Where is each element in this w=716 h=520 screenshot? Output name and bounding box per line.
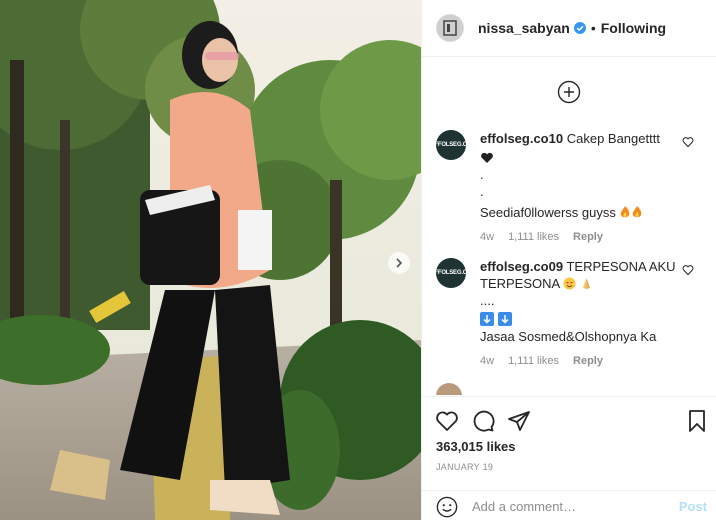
verified-badge-icon [573,22,586,34]
post-comment-button[interactable]: Post [679,499,707,514]
likes-count[interactable]: 363,015 likes [436,439,516,454]
following-button[interactable]: Following [601,20,666,36]
photo-illustration [0,0,421,520]
paper-plane-icon[interactable] [507,409,531,433]
comment-last-line: Jasaa Sosmed&Olshopnya Ka [480,329,657,344]
header-separator: • [590,20,596,36]
reply-button[interactable]: Reply [573,229,603,246]
comment-likes[interactable]: 1,111 likes [508,229,559,246]
post-actions: 363,015 likes JANUARY 19 [422,396,716,496]
post-header: nissa_sabyan • Following [422,0,716,57]
profile-logo-icon [443,20,457,36]
black-heart-emoji-icon [481,152,493,163]
fire-emoji-icon [621,206,630,218]
comment-age: 4w [480,231,495,243]
comment-likes[interactable]: 1,111 likes [508,353,559,370]
post-username[interactable]: nissa_sabyan [478,20,570,36]
post-photo[interactable] [0,0,421,520]
plus-circle-icon[interactable] [557,80,581,104]
heart-icon[interactable] [435,409,459,433]
praying-hands-emoji-icon [582,278,590,289]
fire-emoji-icon [633,206,642,218]
comment-input[interactable] [472,499,662,514]
post-date: JANUARY 19 [436,462,494,472]
heart-icon[interactable] [682,136,694,148]
comment-avatar[interactable]: EFFOLSEG.CO [431,258,472,288]
comment-line: .... [480,293,495,308]
chevron-right-icon [396,258,403,268]
comment-meta: 4w 1,111 likes Reply [480,353,680,370]
heart-eyes-emoji-icon [563,277,576,290]
comment-line: . [480,184,484,199]
comment-line: . [480,167,484,182]
heart-icon[interactable] [682,264,694,276]
post-details-panel: nissa_sabyan • Following EFFOLSEG.CO eff… [421,0,716,520]
comment-body: effolseg.co09 TERPESONA AKU TERPESONA ..… [480,258,680,370]
comment-age: 4w [480,355,495,367]
down-arrow-emoji-icon [480,312,494,326]
smiley-icon[interactable] [436,496,458,518]
comment-username[interactable]: effolseg.co10 [480,131,563,146]
bookmark-icon[interactable] [685,409,709,433]
down-arrow-emoji-icon [497,312,512,326]
comment-body: effolseg.co10 Cakep Bangetttt . . Seedia… [480,130,680,246]
comment-meta: 4w 1,111 likes Reply [480,229,680,246]
add-comment-bar: Post [422,490,716,520]
comment-last-line: Seediaf0llowerss guyss [480,205,616,220]
comment-avatar[interactable]: EFFOLSEG.CO [431,130,472,160]
comment-bubble-icon[interactable] [471,409,495,433]
comment-username[interactable]: effolseg.co09 [480,259,563,274]
comment-text: Cakep Bangetttt [566,131,660,146]
next-photo-button[interactable] [388,252,410,274]
reply-button[interactable]: Reply [573,353,603,370]
avatar[interactable] [436,14,464,42]
partial-comment-item [436,383,706,395]
